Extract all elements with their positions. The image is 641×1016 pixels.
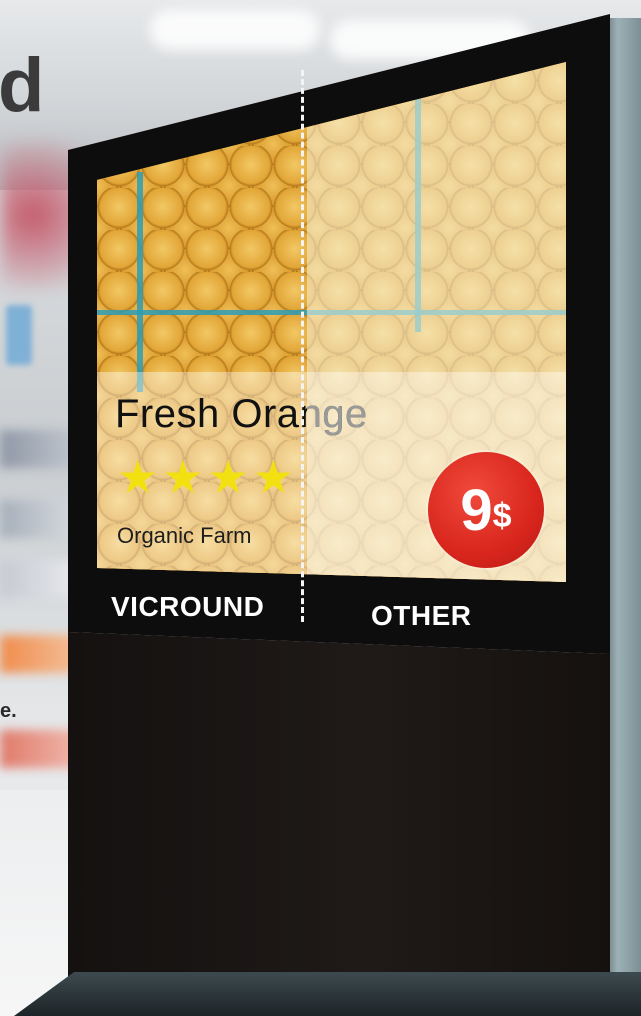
ceiling-light [150,10,320,50]
comparison-label-vicround: VICROUND [111,591,265,622]
product-origin: Organic Farm [117,523,252,548]
crate-edge [137,172,143,392]
page-heading: d [0,43,45,128]
price-amount: 9 [460,477,493,543]
star-icon: ★ [207,451,249,503]
price-badge: 9 $ [428,452,544,568]
star-icon: ★ [252,451,294,503]
rating-stars: ★ ★ ★ ★ [117,454,294,500]
star-icon: ★ [117,451,159,503]
body-text: e. [0,700,17,722]
store-background-sign [6,305,32,365]
comparison-divider [301,70,304,622]
star-icon: ★ [162,451,204,503]
kiosk-base [14,972,641,1016]
price-currency: $ [492,496,512,535]
comparison-label-other: OTHER [371,600,472,631]
kiosk-lower-cabinet [68,632,610,1016]
